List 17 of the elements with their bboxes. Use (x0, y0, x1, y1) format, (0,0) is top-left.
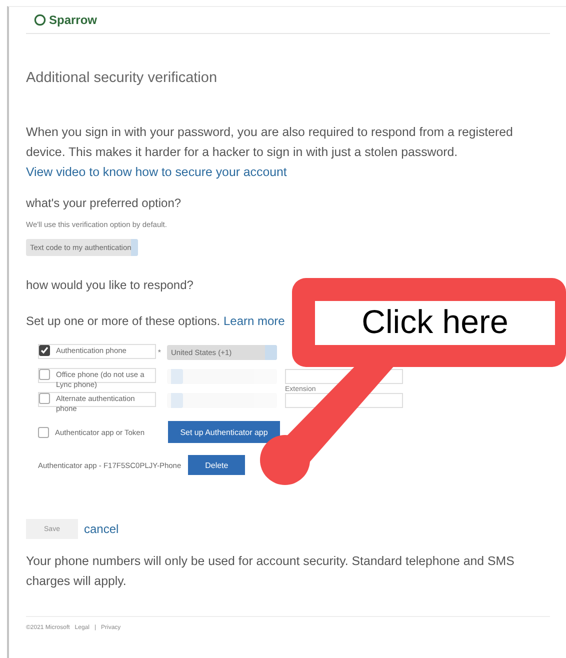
setup-app-button[interactable]: Set up Authenticator app (168, 421, 280, 443)
section-heading: how would you like to respond? (26, 278, 194, 292)
notice-text: Your phone numbers will only be used for account security. Standard telephone and SMS charges will apply. (26, 553, 516, 590)
required-mark: * (158, 348, 161, 357)
intro-text: When you sign in with your password, you are also required to respond from a registered device. This makes it harder for a hacker to sign in with just a stolen password. View video to know how to secure your account (26, 124, 514, 181)
video-link[interactable]: View video to know how to secure your account (26, 165, 287, 179)
brand-name: Sparrow (49, 13, 98, 27)
section-heading: what's your preferred option? (26, 196, 182, 210)
checkbox[interactable] (39, 345, 50, 356)
page-title: Additional security verification (26, 70, 218, 86)
logo-icon (34, 14, 46, 26)
setup-text: Set up one or more of these options. (26, 314, 222, 328)
learn-more-link[interactable]: Learn more (223, 314, 285, 328)
delete-button[interactable]: Delete (188, 455, 246, 475)
callout-text: Click here (360, 303, 510, 341)
checkbox[interactable] (38, 426, 49, 438)
cancel-link[interactable]: cancel (84, 522, 119, 536)
